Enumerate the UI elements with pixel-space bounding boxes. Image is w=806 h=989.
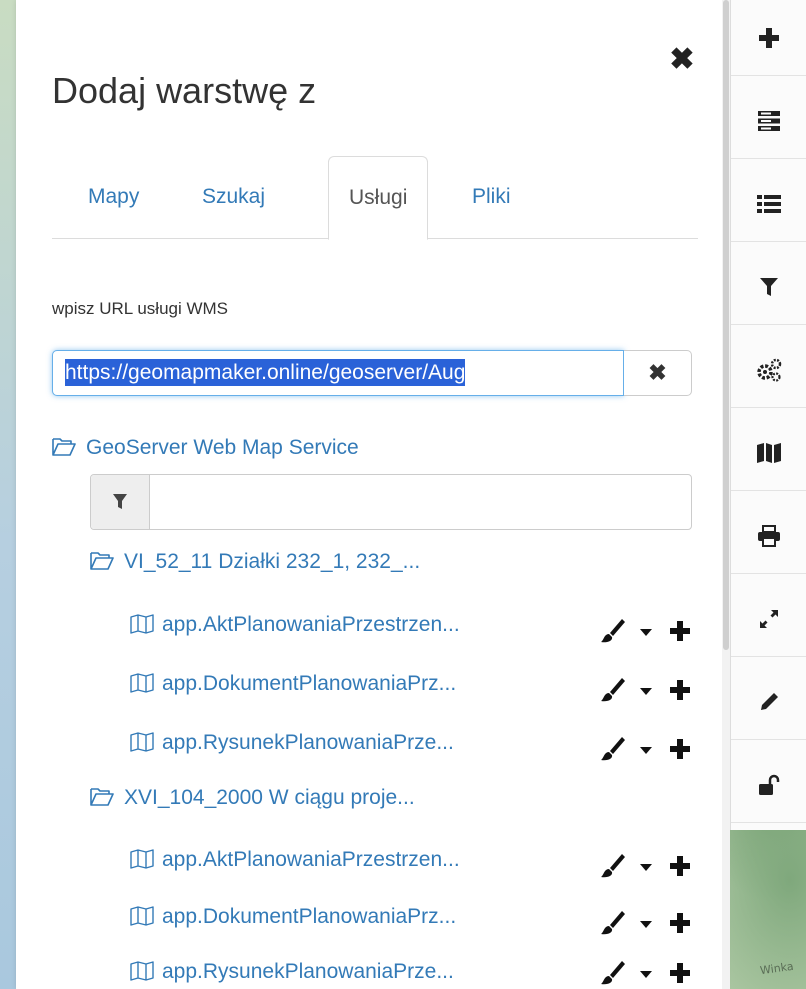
print-icon <box>758 524 780 547</box>
wms-url-value: https://geomapmaker.online/geoserver/Aug <box>65 359 466 386</box>
tab-mapy[interactable]: Mapy <box>68 156 159 238</box>
plus-icon[interactable] <box>668 734 692 764</box>
plus-icon[interactable] <box>668 908 692 938</box>
layers-button[interactable] <box>731 83 806 159</box>
pencil-icon <box>761 692 778 710</box>
scrollbar-thumb[interactable] <box>723 0 729 650</box>
filter-addon <box>91 475 150 529</box>
layer-item[interactable]: app.AktPlanowaniaPrzestrzen... <box>130 613 460 640</box>
brush-icon[interactable] <box>598 958 628 988</box>
panel-scrollbar[interactable] <box>722 0 730 989</box>
layer-item[interactable]: app.RysunekPlanowaniaPrze... <box>130 731 454 758</box>
tree-group-label: VI_52_11 Działki 232_1, 232_... <box>124 550 421 573</box>
brush-icon[interactable] <box>598 616 628 646</box>
lock-button[interactable] <box>731 747 806 823</box>
tree-group[interactable]: XVI_104_2000 W ciągu proje... <box>90 786 415 813</box>
basemap-button[interactable] <box>731 415 806 491</box>
map-icon <box>130 961 154 987</box>
layer-actions <box>598 675 708 705</box>
layer-actions <box>598 908 708 938</box>
layer-label: app.AktPlanowaniaPrzestrzen... <box>162 613 460 636</box>
tree-group-label: XVI_104_2000 W ciągu proje... <box>124 786 415 809</box>
layer-actions <box>598 734 708 764</box>
map-icon <box>130 906 154 932</box>
tab-pliki[interactable]: Pliki <box>452 156 531 238</box>
clear-url-button[interactable]: ✖ <box>624 350 692 396</box>
folder-open-icon <box>90 551 114 577</box>
draw-button[interactable] <box>731 664 806 740</box>
cogs-icon <box>757 358 782 382</box>
layer-item[interactable]: app.AktPlanowaniaPrzestrzen... <box>130 848 460 875</box>
fullscreen-button[interactable] <box>731 581 806 657</box>
dialog-title: Dodaj warstwę z <box>52 70 317 111</box>
tab-uslugi[interactable]: Usługi <box>328 156 429 240</box>
filter-icon <box>760 277 778 296</box>
layers-stack-icon <box>758 110 780 131</box>
chevron-down-icon[interactable] <box>638 675 654 705</box>
folder-open-icon <box>52 437 76 463</box>
layer-label: app.AktPlanowaniaPrzestrzen... <box>162 848 460 871</box>
add-layer-button[interactable] <box>731 0 806 76</box>
close-button[interactable]: ✖ <box>664 42 700 78</box>
map-icon <box>130 614 154 640</box>
source-tabs: Mapy Szukaj Usługi Pliki <box>52 156 698 240</box>
folder-open-icon <box>90 787 114 813</box>
map-icon <box>130 849 154 875</box>
tree-group[interactable]: VI_52_11 Działki 232_1, 232_... <box>90 550 420 577</box>
brush-icon[interactable] <box>598 851 628 881</box>
list-icon <box>757 194 781 213</box>
map-icon <box>130 732 154 758</box>
expand-icon <box>760 609 778 628</box>
add-layer-dialog: Dodaj warstwę z ✖ Mapy Szukaj Usługi Pli… <box>16 0 722 989</box>
chevron-down-icon[interactable] <box>638 616 654 646</box>
plus-icon[interactable] <box>668 851 692 881</box>
layer-label: app.RysunekPlanowaniaPrze... <box>162 731 454 754</box>
unlock-icon <box>759 774 780 795</box>
layer-item[interactable]: app.DokumentPlanowaniaPrz... <box>130 672 456 699</box>
layer-filter <box>90 474 692 530</box>
plus-icon[interactable] <box>668 675 692 705</box>
map-water-strip <box>0 0 16 989</box>
tree-root[interactable]: GeoServer Web Map Service <box>52 436 359 463</box>
filter-button[interactable] <box>731 249 806 325</box>
tree-root-label: GeoServer Web Map Service <box>86 436 359 459</box>
layer-label: app.DokumentPlanowaniaPrz... <box>162 905 457 928</box>
layer-actions <box>598 958 708 988</box>
brush-icon[interactable] <box>598 734 628 764</box>
chevron-down-icon[interactable] <box>638 851 654 881</box>
plus-icon[interactable] <box>668 616 692 646</box>
layer-label: app.DokumentPlanowaniaPrz... <box>162 672 457 695</box>
settings-button[interactable] <box>731 332 806 408</box>
layer-label: app.RysunekPlanowaniaPrze... <box>162 960 454 983</box>
layer-actions <box>598 851 708 881</box>
layer-filter-input[interactable] <box>151 475 691 529</box>
print-button[interactable] <box>731 498 806 574</box>
layer-item[interactable]: app.RysunekPlanowaniaPrze... <box>130 960 454 987</box>
tab-szukaj[interactable]: Szukaj <box>182 156 285 238</box>
layer-actions <box>598 616 708 646</box>
wms-url-input[interactable]: https://geomapmaker.online/geoserver/Aug <box>52 350 624 396</box>
map-toolbar <box>730 0 806 830</box>
filter-icon <box>113 494 127 509</box>
legend-button[interactable] <box>731 166 806 242</box>
chevron-down-icon[interactable] <box>638 958 654 988</box>
map-icon <box>757 442 781 463</box>
plus-icon[interactable] <box>668 958 692 988</box>
layer-item[interactable]: app.DokumentPlanowaniaPrz... <box>130 905 456 932</box>
brush-icon[interactable] <box>598 675 628 705</box>
map-icon <box>130 673 154 699</box>
plus-icon <box>759 27 779 48</box>
chevron-down-icon[interactable] <box>638 734 654 764</box>
brush-icon[interactable] <box>598 908 628 938</box>
chevron-down-icon[interactable] <box>638 908 654 938</box>
wms-url-label: wpisz URL usługi WMS <box>52 299 229 318</box>
